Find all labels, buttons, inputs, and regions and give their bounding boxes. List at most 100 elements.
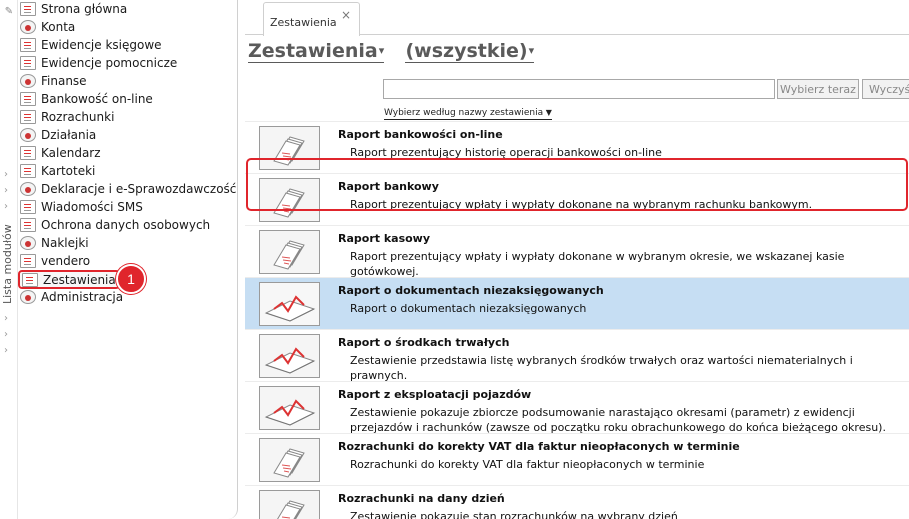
search-input[interactable]: [383, 79, 775, 99]
sidebar-item-actions[interactable]: Działania: [20, 126, 96, 144]
sidebar-item-label: Rozrachunki: [41, 110, 115, 124]
report-title: Raport kasowy: [338, 232, 431, 245]
chevron-down-icon: ▼: [543, 108, 552, 117]
report-row[interactable]: Rozrachunki na dany dzień Zestawienie pok…: [245, 486, 909, 519]
ledger-icon: [20, 38, 36, 52]
close-icon[interactable]: ×: [341, 8, 351, 22]
sidebar-item-bank[interactable]: Bankowość on-line: [20, 90, 153, 108]
chevron-right-icon[interactable]: ›: [4, 346, 8, 356]
sidebar-item-labels[interactable]: Naklejki: [20, 234, 89, 252]
report-title: Raport o środkach trwałych: [338, 336, 510, 349]
chevron-right-icon[interactable]: ›: [4, 186, 8, 196]
sidebar-item-files[interactable]: Kartoteki: [20, 162, 95, 180]
report-title: Raport bankowy: [338, 180, 439, 193]
report-group-label: Zestawienia: [248, 40, 378, 62]
sidebar-item-reports[interactable]: Zestawienia: [18, 270, 120, 289]
panel-splitter[interactable]: [238, 0, 245, 519]
sidebar-item-aux-ledger[interactable]: Ewidencje pomocnicze: [20, 54, 177, 72]
report-row[interactable]: Raport bankowy Raport prezentujący wpłaty…: [245, 174, 909, 226]
chevron-right-icon[interactable]: ›: [4, 170, 8, 180]
report-row[interactable]: Rozrachunki do korekty VAT dla faktur ni…: [245, 434, 909, 486]
sms-icon: [20, 200, 36, 214]
sidebar-item-label: Deklaracje i e-Sprawozdawczość: [41, 182, 237, 196]
sidebar-item-vendero[interactable]: vendero: [20, 252, 90, 270]
chart-page-icon: [259, 386, 320, 430]
filter-by-dropdown[interactable]: Wybierz według nazwy zestawienia ▼: [384, 107, 552, 120]
sidebar-item-home[interactable]: Strona główna: [20, 0, 127, 18]
accounts-icon: [20, 20, 36, 34]
module-list-rail[interactable]: ✎ Lista modułów › › › › › ›: [0, 0, 18, 519]
module-list-label: Lista modułów: [1, 224, 14, 304]
pages-icon: [259, 126, 320, 170]
pin-icon[interactable]: ✎: [3, 6, 15, 18]
admin-icon: [20, 290, 36, 304]
sidebar-item-label: Zestawienia: [43, 272, 116, 287]
filter-by-label: Wybierz według nazwy zestawienia: [384, 108, 544, 118]
sidebar-item-label: Konta: [41, 20, 76, 34]
sidebar-item-label: Ewidencje księgowe: [41, 38, 162, 52]
chart-page-icon: [259, 282, 320, 326]
sidebar-item-ledger[interactable]: Ewidencje księgowe: [20, 36, 162, 54]
report-title: Raport o dokumentach niezaksięgowanych: [338, 284, 604, 297]
report-description: Raport prezentujący historię operacji ba…: [350, 146, 662, 159]
app-window: ✎ Lista modułów › › › › › › Strona główn…: [0, 0, 909, 519]
pages-icon: [259, 178, 320, 222]
sidebar-item-sms[interactable]: Wiadomości SMS: [20, 198, 143, 216]
sidebar-item-label: Bankowość on-line: [41, 92, 153, 106]
aux-ledger-icon: [20, 56, 36, 70]
report-description: Zestawienie przedstawia listę wybranych …: [350, 354, 853, 382]
chevron-right-icon[interactable]: ›: [4, 202, 8, 212]
tab-zestawienia[interactable]: Zestawienia ×: [263, 2, 360, 36]
report-description: Raport o dokumentach niezaksięgowanych: [350, 302, 587, 315]
choose-now-button[interactable]: Wybierz teraz: [777, 79, 859, 99]
report-group-dropdown[interactable]: Zestawienia▾: [248, 40, 385, 63]
finance-icon: [20, 74, 36, 88]
sidebar-item-label: Wiadomości SMS: [41, 200, 143, 214]
chevron-right-icon[interactable]: ›: [4, 314, 8, 324]
report-row[interactable]: Raport bankowości on-line Raport prezentu…: [245, 122, 909, 174]
sidebar-item-label: Naklejki: [41, 236, 89, 250]
report-description: Zestawienie pokazuje zbiorcze podsumowan…: [350, 406, 886, 434]
files-icon: [20, 164, 36, 178]
chevron-down-icon: ▾: [528, 44, 535, 57]
vendero-icon: [20, 254, 36, 268]
report-title: Raport bankowości on-line: [338, 128, 503, 141]
privacy-icon: [20, 218, 36, 232]
report-row[interactable]: Raport o środkach trwałych Zestawienie pr…: [245, 330, 909, 382]
report-row[interactable]: Raport o dokumentach niezaksięgowanych Ra…: [245, 278, 909, 330]
sidebar-item-declarations[interactable]: Deklaracje i e-Sprawozdawczość: [20, 180, 236, 198]
pages-icon: [259, 230, 320, 274]
sidebar-item-label: vendero: [41, 254, 91, 268]
sidebar-item-label: Działania: [41, 128, 97, 142]
sidebar-item-finance[interactable]: Finanse: [20, 72, 87, 90]
scope-label: (wszystkie): [405, 40, 528, 62]
sidebar-item-calendar[interactable]: Kalendarz: [20, 144, 101, 162]
sidebar-item-label: Strona główna: [41, 2, 128, 16]
report-description: Zestawienie pokazuje stan rozrachunków n…: [350, 510, 678, 519]
chevron-right-icon[interactable]: ›: [4, 330, 8, 340]
report-title: Rozrachunki do korekty VAT dla faktur ni…: [338, 440, 740, 453]
sidebar-item-admin[interactable]: Administracja: [20, 288, 123, 306]
chart-page-icon: [259, 334, 320, 378]
report-description: Rozrachunki do korekty VAT dla faktur ni…: [350, 458, 705, 471]
report-title: Rozrachunki na dany dzień: [338, 492, 505, 505]
settlements-icon: [20, 110, 36, 124]
step-badge: 1: [116, 264, 146, 294]
scope-dropdown[interactable]: (wszystkie)▾: [405, 40, 535, 63]
page-title: Zestawienia▾ (wszystkie)▾: [248, 40, 535, 64]
bank-icon: [20, 92, 36, 106]
labels-icon: [20, 236, 36, 250]
module-list: Strona główna Konta Ewidencje księgowe Ewid…: [18, 0, 238, 519]
sidebar-item-accounts[interactable]: Konta: [20, 18, 75, 36]
clear-button[interactable]: Wyczyść: [862, 79, 909, 99]
sidebar-item-label: Ochrona danych osobowych: [41, 218, 211, 232]
sidebar-item-label: Ewidencje pomocnicze: [41, 56, 178, 70]
sidebar-item-settlements[interactable]: Rozrachunki: [20, 108, 114, 126]
sidebar-item-label: Kalendarz: [41, 146, 101, 160]
report-description: Raport prezentujący wpłaty i wypłaty dok…: [350, 198, 813, 211]
report-row[interactable]: Raport z eksploatacji pojazdów Zestawieni…: [245, 382, 909, 434]
sidebar-item-privacy[interactable]: Ochrona danych osobowych: [20, 216, 210, 234]
tab-bar: Zestawienia ×: [245, 0, 909, 36]
report-row[interactable]: Raport kasowy Raport prezentujący wpłaty …: [245, 226, 909, 278]
declarations-icon: [20, 182, 36, 196]
